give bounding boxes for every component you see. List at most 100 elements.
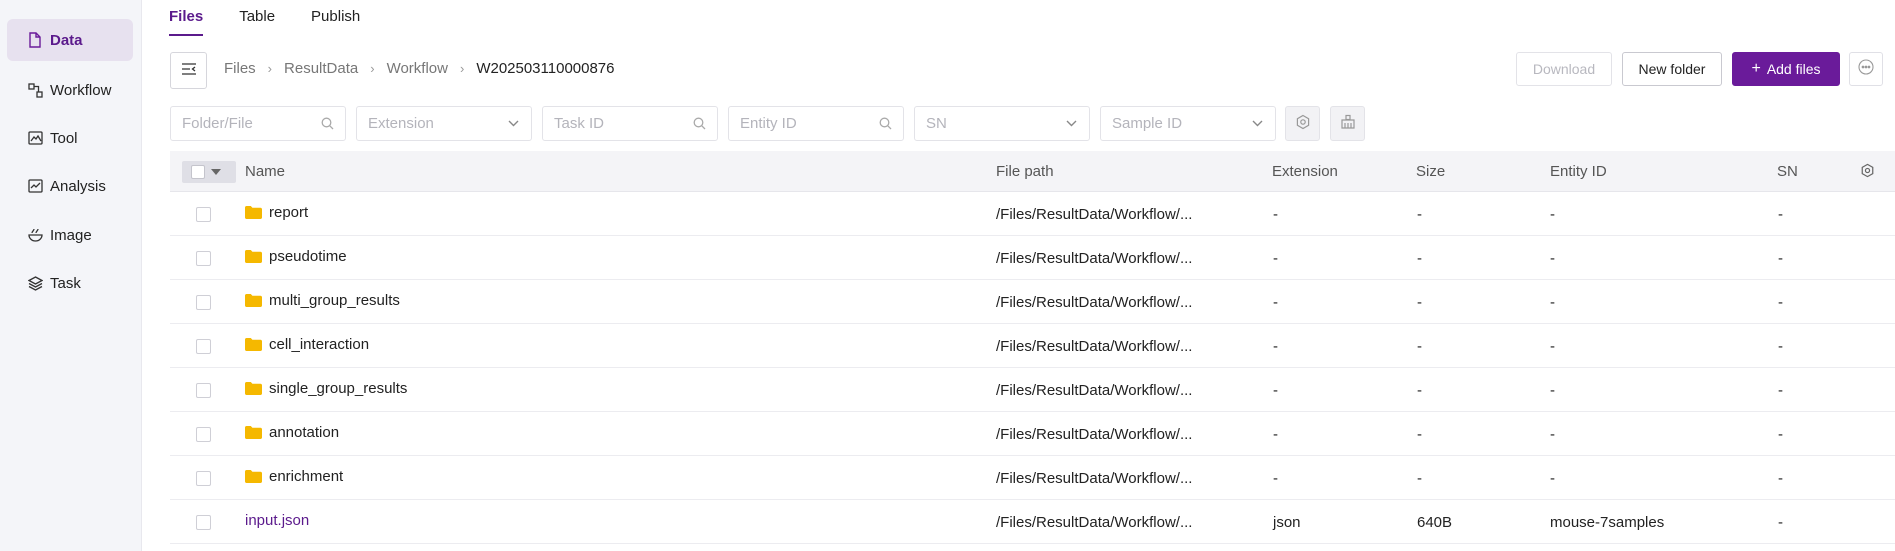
- gear-icon: [1295, 114, 1311, 134]
- column-header-sn[interactable]: SN: [1777, 163, 1798, 180]
- checkbox[interactable]: [191, 165, 205, 179]
- folder-link[interactable]: single_group_results: [245, 380, 407, 397]
- extension-placeholder: Extension: [368, 115, 434, 132]
- row-checkbox[interactable]: [196, 295, 211, 310]
- table-row[interactable]: enrichment/Files/ResultData/Workflow/...…: [170, 456, 1895, 500]
- plus-icon: +: [1751, 60, 1761, 77]
- column-header-entity-id[interactable]: Entity ID: [1550, 163, 1607, 180]
- folder-file-filter[interactable]: [170, 106, 346, 141]
- cell-file-path: /Files/ResultData/Workflow/...: [996, 206, 1193, 223]
- folder-icon: [245, 426, 262, 439]
- row-checkbox[interactable]: [196, 339, 211, 354]
- gear-icon[interactable]: [1860, 163, 1876, 179]
- cell-extension: -: [1273, 250, 1278, 267]
- folder-link[interactable]: cell_interaction: [245, 336, 369, 353]
- folder-file-input[interactable]: [182, 115, 312, 132]
- sidebar-item-image[interactable]: Image: [7, 214, 133, 256]
- select-all-checkbox[interactable]: [182, 161, 236, 183]
- more-options-button[interactable]: [1849, 52, 1883, 86]
- caret-down-icon[interactable]: [211, 169, 221, 175]
- sidebar-item-workflow[interactable]: Workflow: [7, 69, 133, 111]
- layers-icon: [27, 275, 43, 291]
- folder-link[interactable]: enrichment: [245, 468, 343, 485]
- cell-entity-id: -: [1550, 294, 1555, 311]
- row-checkbox[interactable]: [196, 471, 211, 486]
- add-files-label: Add files: [1766, 61, 1821, 77]
- table-row[interactable]: cell_interaction/Files/ResultData/Workfl…: [170, 324, 1895, 368]
- collapse-panel-icon: [181, 62, 197, 79]
- search-icon: [692, 117, 706, 131]
- chevron-right-icon: ›: [370, 61, 375, 76]
- tab-files[interactable]: Files: [169, 0, 204, 36]
- toggle-tree-button[interactable]: [170, 52, 207, 89]
- column-header-extension[interactable]: Extension: [1272, 163, 1338, 180]
- table-body: report/Files/ResultData/Workflow/... - - - -…: [170, 192, 1895, 544]
- entity-id-input[interactable]: [740, 115, 870, 132]
- sidebar-item-label: Analysis: [50, 177, 106, 195]
- item-name: annotation: [269, 424, 340, 441]
- table-row[interactable]: pseudotime/Files/ResultData/Workflow/...…: [170, 236, 1895, 280]
- cell-file-path: /Files/ResultData/Workflow/...: [996, 250, 1193, 267]
- cell-extension: -: [1273, 338, 1278, 355]
- sidebar-item-analysis[interactable]: Analysis: [7, 165, 133, 207]
- cell-extension: -: [1273, 382, 1278, 399]
- item-name: report: [269, 204, 309, 221]
- row-checkbox[interactable]: [196, 383, 211, 398]
- sidebar-item-label: Tool: [50, 129, 78, 147]
- column-header-file-path[interactable]: File path: [996, 163, 1054, 180]
- item-name: pseudotime: [269, 248, 347, 265]
- entity-id-filter[interactable]: [728, 106, 904, 141]
- row-checkbox[interactable]: [196, 207, 211, 222]
- tab-publish[interactable]: Publish: [311, 0, 360, 36]
- breadcrumb-workflow[interactable]: Workflow: [387, 60, 448, 77]
- breadcrumb-resultdata[interactable]: ResultData: [284, 60, 358, 77]
- sn-select[interactable]: SN: [914, 106, 1090, 141]
- task-id-input[interactable]: [554, 115, 684, 132]
- row-checkbox[interactable]: [196, 427, 211, 442]
- table-row[interactable]: multi_group_results/Files/ResultData/Wor…: [170, 280, 1895, 324]
- chevron-down-icon: [1064, 117, 1078, 131]
- folder-link[interactable]: annotation: [245, 424, 339, 441]
- table-row[interactable]: annotation/Files/ResultData/Workflow/...…: [170, 412, 1895, 456]
- column-header-size[interactable]: Size: [1416, 163, 1445, 180]
- add-files-button[interactable]: + Add files: [1732, 52, 1840, 86]
- extension-select[interactable]: Extension: [356, 106, 532, 141]
- cell-entity-id: mouse-7samples: [1550, 514, 1665, 531]
- table-row[interactable]: report/Files/ResultData/Workflow/... - - - -: [170, 192, 1895, 236]
- folder-link[interactable]: report: [245, 204, 308, 221]
- sidebar-item-data[interactable]: Data: [7, 19, 133, 61]
- row-checkbox[interactable]: [196, 515, 211, 530]
- new-folder-button[interactable]: New folder: [1622, 52, 1722, 86]
- table-row[interactable]: single_group_results/Files/ResultData/Wo…: [170, 368, 1895, 412]
- cell-entity-id: -: [1550, 470, 1555, 487]
- sample-id-select[interactable]: Sample ID: [1100, 106, 1276, 141]
- tab-table[interactable]: Table: [239, 0, 275, 36]
- tool-icon: [27, 130, 43, 146]
- cell-sn: -: [1778, 382, 1783, 399]
- download-button[interactable]: Download: [1516, 52, 1612, 86]
- sidebar-item-task[interactable]: Task: [7, 262, 133, 304]
- item-name: multi_group_results: [269, 292, 400, 309]
- sidebar-item-tool[interactable]: Tool: [7, 117, 133, 159]
- folder-link[interactable]: multi_group_results: [245, 292, 400, 309]
- search-icon: [878, 117, 892, 131]
- filter-settings-button[interactable]: [1285, 106, 1320, 141]
- cell-sn: -: [1778, 250, 1783, 267]
- task-id-filter[interactable]: [542, 106, 718, 141]
- row-checkbox[interactable]: [196, 251, 211, 266]
- clear-filters-button[interactable]: [1330, 106, 1365, 141]
- cell-entity-id: -: [1550, 382, 1555, 399]
- column-header-name[interactable]: Name: [245, 163, 285, 180]
- breadcrumb-files[interactable]: Files: [224, 60, 256, 77]
- file-link[interactable]: input.json: [245, 512, 309, 529]
- sidebar-item-label: Data: [50, 31, 83, 49]
- chevron-down-icon: [1250, 117, 1264, 131]
- cell-size: -: [1417, 426, 1422, 443]
- cell-sn: -: [1778, 426, 1783, 443]
- cell-sn: -: [1778, 470, 1783, 487]
- file-icon: [27, 32, 43, 48]
- item-name: cell_interaction: [269, 336, 370, 353]
- table-row[interactable]: input.json/Files/ResultData/Workflow/...…: [170, 500, 1895, 544]
- chevron-right-icon: ›: [267, 61, 273, 76]
- folder-link[interactable]: pseudotime: [245, 248, 347, 265]
